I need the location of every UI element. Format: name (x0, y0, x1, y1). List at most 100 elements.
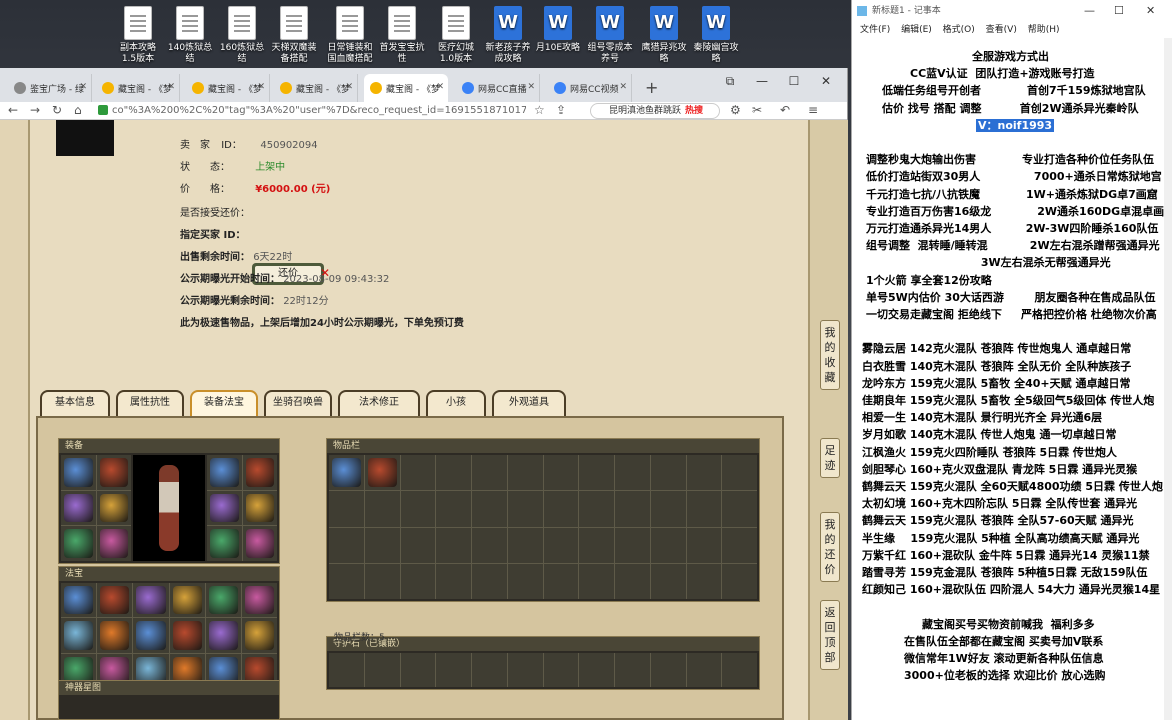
item-slot[interactable] (61, 490, 96, 526)
game-tab[interactable]: 坐骑召唤兽 (264, 390, 332, 416)
item-slot[interactable] (436, 491, 471, 527)
item-slot[interactable] (579, 491, 614, 527)
item-slot[interactable] (543, 563, 579, 599)
item-slot[interactable] (400, 455, 436, 491)
item-slot[interactable] (615, 653, 650, 687)
browser-tab[interactable]: 网易CC视频 ✕ (548, 74, 632, 102)
item-slot[interactable] (207, 490, 242, 526)
item-slot[interactable] (364, 455, 400, 491)
item-slot[interactable] (507, 491, 543, 527)
maximize-button[interactable]: ☐ (784, 74, 804, 88)
item-slot[interactable] (650, 563, 686, 599)
notepad-scrollbar[interactable] (1164, 38, 1172, 720)
desktop-icon[interactable]: 医疗幻城1.0版本 (432, 6, 480, 65)
extension-icon[interactable]: ✂ (752, 103, 762, 117)
item-slot[interactable] (615, 455, 650, 491)
side-button-offers[interactable]: 我的还价 (820, 512, 840, 582)
item-slot[interactable] (96, 490, 131, 526)
back-icon[interactable]: ← (8, 103, 18, 117)
item-slot[interactable] (329, 491, 364, 527)
item-slot[interactable] (96, 526, 131, 561)
item-slot[interactable] (364, 527, 400, 563)
bookmark-icon[interactable]: ☆ (534, 103, 545, 117)
tab-close-icon[interactable]: ✕ (436, 82, 444, 92)
game-tab[interactable]: 外观道具 (492, 390, 566, 416)
notepad-text-area[interactable]: 全服游戏方式出 CC蓝V认证 团队打造+游戏账号打造 低端任务组号开创者 首创7千1… (854, 38, 1166, 720)
item-slot[interactable] (96, 455, 131, 490)
desktop-icon[interactable]: 日常锤装和国血魔搭配 (326, 6, 374, 65)
item-slot[interactable] (205, 583, 241, 618)
item-slot[interactable] (205, 618, 241, 653)
desktop-icon[interactable]: 140炼狱总结 (166, 6, 214, 65)
game-tab[interactable]: 法术修正 (338, 390, 420, 416)
item-slot[interactable] (507, 455, 543, 491)
desktop-icon[interactable]: W 组号零成本养号 (586, 6, 634, 65)
tab-close-icon[interactable]: ✕ (167, 82, 175, 92)
tab-close-icon[interactable]: ✕ (257, 82, 265, 92)
item-slot[interactable] (97, 618, 133, 653)
desktop-icon[interactable]: W 月10E攻略 (534, 6, 582, 54)
item-slot[interactable] (650, 455, 686, 491)
item-slot[interactable] (133, 583, 169, 618)
item-slot[interactable] (722, 455, 757, 491)
item-slot[interactable] (436, 563, 471, 599)
side-button-top[interactable]: 返回顶部 (820, 600, 840, 670)
desktop-icon[interactable]: W 新老孩子养成攻略 (484, 6, 532, 65)
item-slot[interactable] (507, 653, 543, 687)
item-slot[interactable] (436, 455, 471, 491)
item-slot[interactable] (329, 527, 364, 563)
settings-icon[interactable]: ⚙ (730, 103, 741, 117)
item-slot[interactable] (133, 618, 169, 653)
item-slot[interactable] (400, 491, 436, 527)
desktop-icon[interactable]: W 秦陵幽宫攻略 (692, 6, 740, 65)
item-slot[interactable] (579, 455, 614, 491)
menu-help[interactable]: 帮助(H) (1028, 25, 1060, 35)
item-slot[interactable] (61, 526, 96, 561)
item-slot[interactable] (472, 491, 507, 527)
item-slot[interactable] (61, 583, 97, 618)
item-slot[interactable] (364, 491, 400, 527)
item-slot[interactable] (686, 653, 722, 687)
item-slot[interactable] (97, 583, 133, 618)
desktop-icon[interactable]: 首发宝宝抗性 (378, 6, 426, 65)
item-slot[interactable] (61, 455, 96, 490)
game-tab[interactable]: 属性抗性 (116, 390, 184, 416)
item-slot[interactable] (686, 455, 722, 491)
desktop-icon[interactable]: W 鹰猎异兆攻略 (640, 6, 688, 65)
menu-format[interactable]: 格式(O) (943, 25, 975, 35)
item-slot[interactable] (241, 583, 277, 618)
minimize-button[interactable]: — (752, 74, 772, 88)
item-slot[interactable] (579, 653, 614, 687)
item-slot[interactable] (242, 490, 277, 526)
tab-close-icon[interactable]: ✕ (345, 82, 353, 92)
game-tab[interactable]: 小孩 (426, 390, 486, 416)
item-slot[interactable] (722, 527, 757, 563)
desktop-icon[interactable]: 160炼狱总结 (218, 6, 266, 65)
desktop-icon[interactable]: 副本攻略1.5版本 (114, 6, 162, 65)
item-slot[interactable] (241, 618, 277, 653)
undo-icon[interactable]: ↶ (780, 103, 790, 117)
browser-tab[interactable]: 藏宝阁 - 《梦 ✕ (96, 74, 180, 102)
item-slot[interactable] (169, 583, 205, 618)
item-slot[interactable] (543, 455, 579, 491)
item-slot[interactable] (472, 455, 507, 491)
url-field[interactable]: co"%3A%200%2C%20"tag"%3A%20"user"%7D&rec… (96, 103, 526, 119)
item-slot[interactable] (400, 653, 436, 687)
browser-tab[interactable]: 网易CC直播 ✕ (456, 74, 540, 102)
tab-search-icon[interactable]: ⧉ (720, 74, 740, 89)
item-slot[interactable] (615, 491, 650, 527)
item-slot[interactable] (436, 653, 471, 687)
item-slot[interactable] (686, 527, 722, 563)
item-slot[interactable] (472, 527, 507, 563)
item-slot[interactable] (722, 653, 757, 687)
item-slot[interactable] (329, 455, 364, 491)
item-slot[interactable] (472, 653, 507, 687)
side-button-history[interactable]: 足迹 (820, 438, 840, 478)
item-slot[interactable] (543, 527, 579, 563)
tab-close-icon[interactable]: ✕ (79, 82, 87, 92)
item-slot[interactable] (722, 563, 757, 599)
item-slot[interactable] (364, 563, 400, 599)
game-tab[interactable]: 基本信息 (40, 390, 110, 416)
item-slot[interactable] (329, 563, 364, 599)
np-close-button[interactable]: ✕ (1146, 0, 1155, 22)
